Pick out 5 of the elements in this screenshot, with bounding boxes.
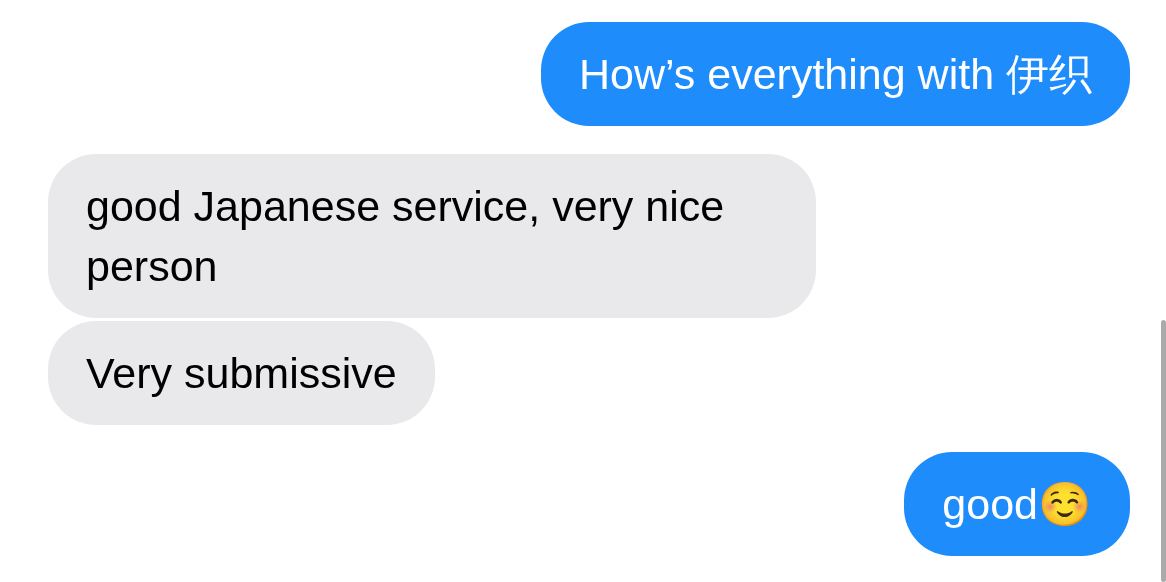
scrollbar[interactable] <box>1161 320 1166 582</box>
sent-message-bubble: good☺ <box>904 452 1130 556</box>
received-message-bubble: good Japanese service, very nice person <box>48 154 816 318</box>
received-message-bubble: Very submissive <box>48 321 435 425</box>
sent-message-bubble: How’s everything with 伊织 <box>541 22 1130 126</box>
